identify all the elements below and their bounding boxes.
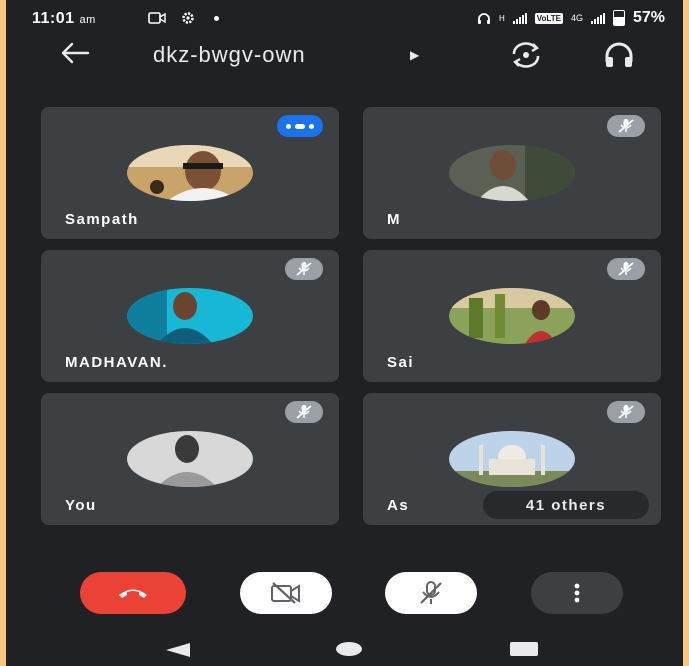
meeting-code[interactable]: dkz-bwgv-own	[153, 42, 306, 68]
headphones-icon	[605, 42, 633, 67]
participant-name: M	[387, 211, 401, 228]
participant-name: MADHAVAN.	[65, 354, 168, 371]
speaking-indicator-icon	[277, 115, 323, 137]
notification-icons	[148, 10, 219, 26]
switch-camera-icon	[512, 42, 540, 68]
nav-recents-button[interactable]	[510, 642, 538, 656]
nav-home-button[interactable]	[336, 642, 362, 656]
battery-icon	[612, 10, 625, 26]
mic-muted-icon	[607, 115, 645, 137]
hang-up-icon	[119, 589, 147, 598]
signal-1-icon	[512, 12, 527, 24]
mic-muted-icon	[607, 401, 645, 423]
avatar	[127, 431, 253, 487]
nav-back-button[interactable]	[164, 642, 192, 663]
participant-tile[interactable]: M	[363, 107, 661, 239]
avatar	[449, 145, 575, 201]
camera-off-icon	[271, 582, 300, 604]
network-type: H	[499, 13, 505, 23]
avatar	[449, 431, 575, 487]
camera-toggle-button[interactable]	[240, 572, 332, 614]
participant-tile[interactable]: Sai	[363, 250, 661, 382]
participant-tile-self[interactable]: You	[41, 393, 339, 525]
clock-ampm: am	[79, 14, 96, 26]
mic-muted-icon	[607, 258, 645, 280]
audio-output-button[interactable]	[602, 40, 636, 75]
mic-toggle-button[interactable]	[385, 572, 477, 614]
headset-indicator-icon	[478, 12, 491, 24]
video-notification-icon	[148, 12, 166, 24]
participant-name: Sampath	[65, 211, 139, 228]
back-button[interactable]	[60, 40, 90, 72]
notification-dot-icon	[214, 15, 219, 21]
meeting-header: dkz-bwgv-own ▶	[6, 36, 683, 80]
arrow-left-icon	[61, 42, 90, 64]
clock-time: 11:01	[32, 10, 75, 27]
battery-percent: 57%	[632, 9, 665, 26]
mic-muted-icon	[285, 258, 323, 280]
mic-off-icon	[420, 581, 442, 604]
hang-up-button[interactable]	[80, 572, 186, 614]
others-count-button[interactable]: 41 others	[483, 491, 649, 519]
avatar	[127, 145, 253, 201]
participant-name: You	[65, 497, 97, 514]
volte-badge: VoLTE	[534, 12, 563, 24]
mic-muted-icon	[285, 401, 323, 423]
lte-label: 4G	[570, 13, 583, 23]
participant-name: Sai	[387, 354, 415, 371]
switch-camera-button[interactable]	[506, 40, 546, 75]
participant-tile[interactable]: MADHAVAN.	[41, 250, 339, 382]
nav-back-icon	[166, 643, 190, 657]
system-indicators: H VoLTE 4G 57%	[477, 9, 665, 27]
caret-right-icon[interactable]: ▶	[410, 48, 419, 62]
phone-screen: 11:01 am H VoLTE 4G 57% dkz-bwgv-own ▶ S…	[6, 0, 683, 666]
signal-2-icon	[590, 12, 605, 24]
clock: 11:01 am	[32, 10, 96, 28]
more-vert-icon	[574, 583, 580, 603]
avatar	[127, 288, 253, 344]
more-options-button[interactable]	[531, 572, 623, 614]
participant-tile[interactable]: As 41 others	[363, 393, 661, 525]
status-bar: 11:01 am H VoLTE 4G 57%	[6, 0, 683, 36]
participant-tile[interactable]: Sampath	[41, 107, 339, 239]
avatar	[449, 288, 575, 344]
settings-notification-icon	[182, 12, 194, 24]
participant-name: As	[387, 497, 410, 514]
